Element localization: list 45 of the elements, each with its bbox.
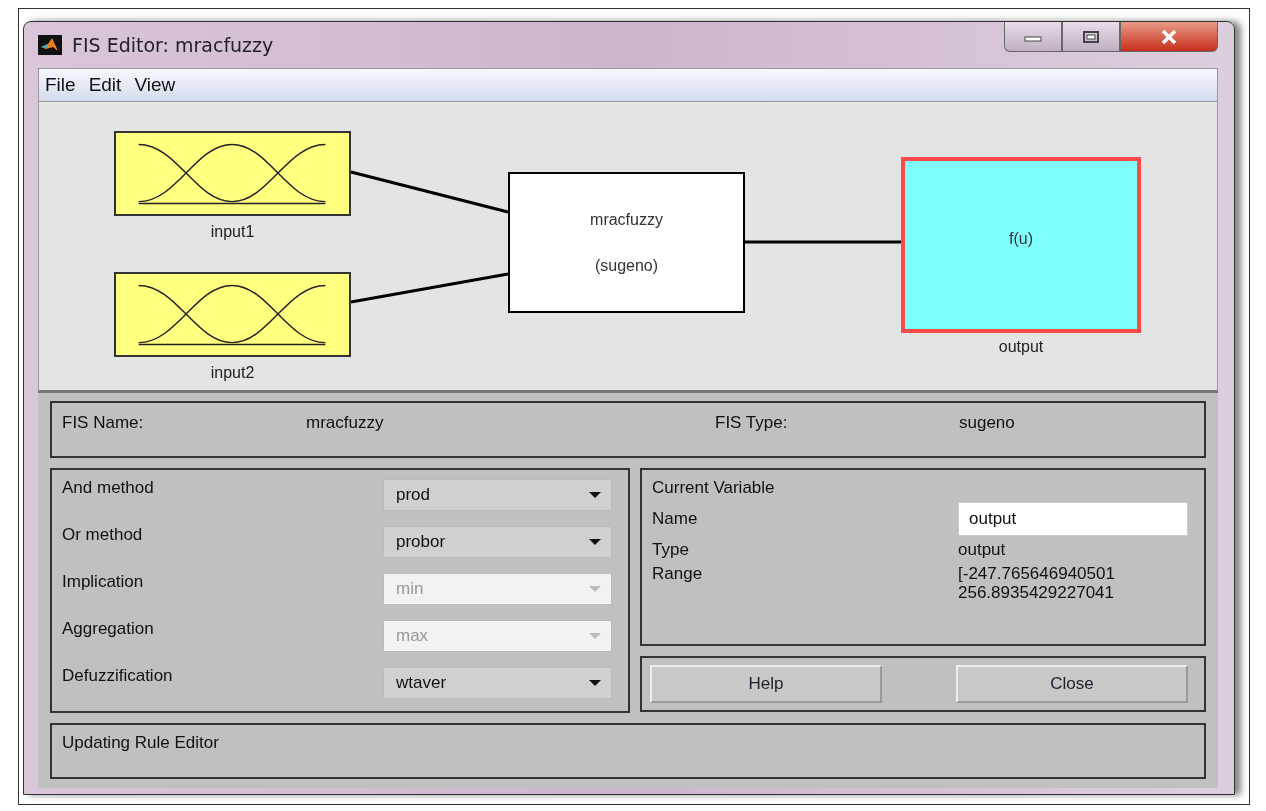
method-label: Defuzzification [62,666,173,686]
caret-icon [589,492,601,498]
method-label: And method [62,478,154,498]
system-name: mracfuzzy [590,210,663,229]
fis-name-label: FIS Name: [62,413,144,433]
menu-item[interactable]: View [134,74,183,96]
menu-item[interactable]: Edit [88,74,129,96]
dialog-button[interactable]: Help [650,665,882,703]
dialog-button[interactable]: Close [956,665,1188,703]
maximize-icon [1081,29,1101,44]
method-label: Implication [62,572,144,592]
method-label: Aggregation [62,619,154,639]
maximize-button[interactable] [1062,22,1120,52]
window-title: FIS Editor: mracfuzzy [72,34,274,56]
output-label: output [997,338,1045,356]
range-value: [-247.765646940501 [958,564,1116,583]
method-label: Or method [62,525,143,545]
method-dropdown[interactable]: wtaver [383,667,612,699]
app-logo-icon [38,35,62,55]
caret-icon [589,539,601,545]
name-label: Name [652,509,698,529]
range-value: 256.8935429227041 [958,583,1115,602]
input-label: input2 [209,364,256,382]
input-label: input1 [209,223,256,241]
method-dropdown[interactable]: prod [383,479,612,511]
output-node[interactable]: f(u) [901,157,1141,333]
minimize-button[interactable] [1004,22,1062,52]
method-dropdown[interactable]: probor [383,526,612,558]
range-label: Range [652,564,703,584]
name-field[interactable]: output [958,502,1188,536]
fis-name-value: mracfuzzy [306,413,384,433]
output-function: f(u) [1009,230,1033,248]
fis-type-value: sugeno [959,413,1015,433]
current-variable-title: Current Variable [652,478,776,498]
system-node[interactable]: mracfuzzy (sugeno) [508,172,745,313]
system-type: (sugeno) [594,256,659,275]
caret-icon [589,633,601,639]
status-text: Updating Rule Editor [62,733,219,752]
fis-type-label: FIS Type: [715,413,788,433]
caret-icon [589,586,601,592]
menu-item[interactable]: File [45,74,83,96]
type-value: output [958,540,1007,560]
caret-icon [589,680,601,686]
type-label: Type [652,540,689,560]
close-button[interactable] [1120,22,1218,52]
